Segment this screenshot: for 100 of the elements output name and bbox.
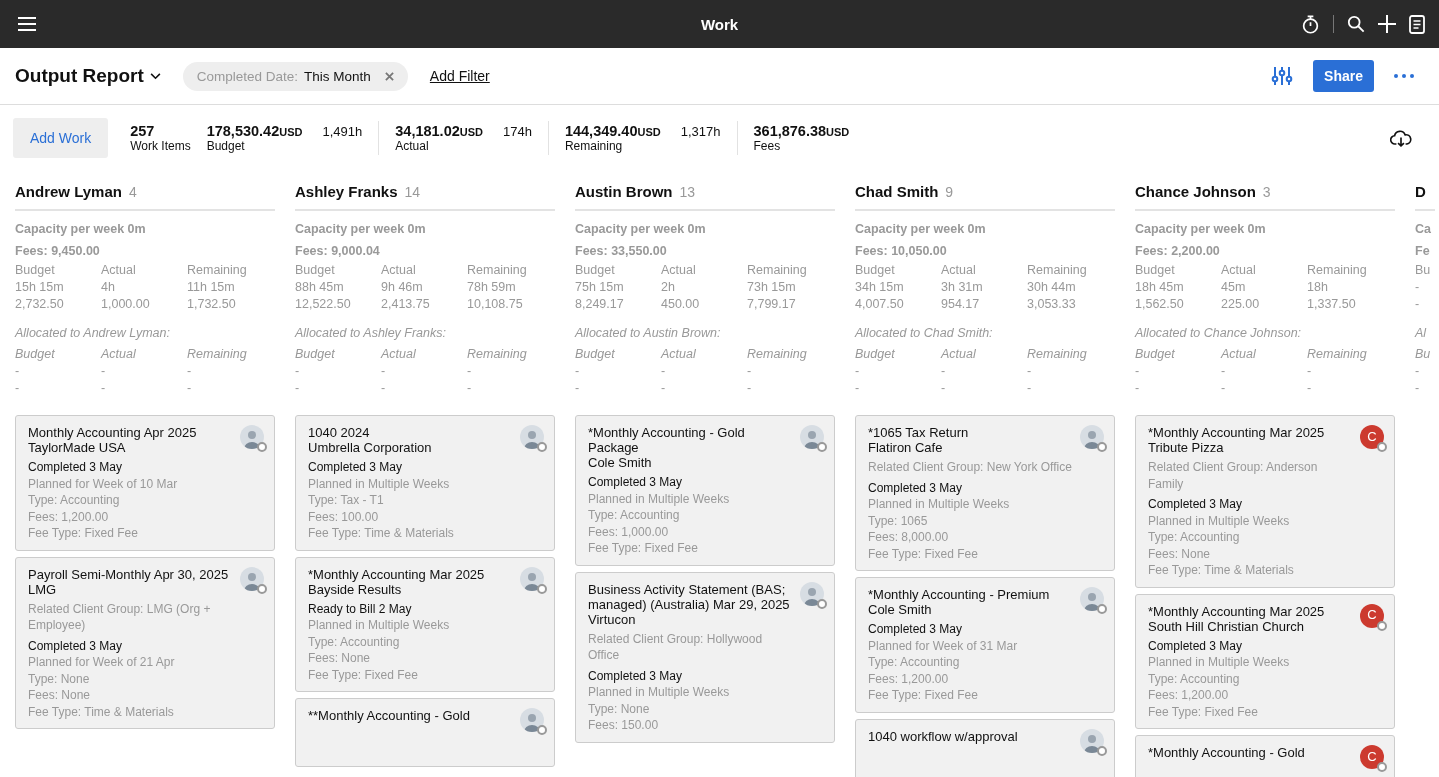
amount-value: 12,522.50: [295, 296, 352, 313]
work-card[interactable]: Monthly Accounting Apr 2025 TaylorMade USA Completed 3 May Planned for Week of 10 Mar Type: Accounting Fees: 1,200.00 Fee Type: Fixed Fee: [15, 415, 275, 551]
work-card[interactable]: *Monthly Accounting - Gold Package Cole Smith Completed 3 May Planned in Multiple Weeks Type: Accounting Fees: 1,000.00 Fee Type: Fixed Fee: [575, 415, 835, 566]
avatar-silhouette-icon: [520, 566, 544, 591]
work-title: **Monthly Accounting - Gold: [308, 708, 471, 723]
fees-total: Fees: 10,050.00: [855, 244, 948, 258]
column-header: Budget: [575, 346, 616, 363]
column-header: Budget: [855, 346, 896, 363]
column-header: Actual: [661, 262, 697, 279]
amount-value: 2,732.50: [15, 296, 65, 313]
avatar-silhouette-icon: [800, 425, 824, 449]
hours-value: -: [1307, 363, 1313, 380]
amount-value: 225.00: [1221, 296, 1261, 313]
amount-value: 2,413.75: [381, 296, 431, 313]
filter-chip[interactable]: Completed Date: This Month: [182, 61, 408, 91]
assignee-name: Andrew Lyman: [15, 183, 122, 200]
work-card[interactable]: **Monthly Accounting - Gold: [295, 698, 555, 767]
hours-value: -: [187, 363, 193, 380]
hours-value: -: [1027, 363, 1033, 380]
assignee-name: Chad Smith: [855, 183, 939, 200]
column-header: Actual: [1221, 262, 1257, 279]
stat-label: Actual: [395, 139, 430, 153]
work-detail: Fees: None: [1148, 545, 1212, 562]
hours-value: -: [661, 363, 667, 380]
allocated-label: Al: [1415, 326, 1428, 340]
avatar-silhouette-icon: [520, 708, 544, 732]
share-button[interactable]: Share: [1313, 60, 1374, 92]
work-detail: Fees: 1,200.00: [868, 670, 950, 687]
hours-value: -: [1415, 279, 1421, 296]
menu-icon[interactable]: [18, 17, 36, 31]
work-detail: Fee Type: Fixed Fee: [588, 540, 699, 557]
amount-value: -: [381, 380, 387, 397]
stopwatch-icon[interactable]: [1301, 14, 1320, 34]
work-card[interactable]: *Monthly Accounting Mar 2025 Tribute Pizza Related Client Group: Anderson Family Completed 3 May Planned in Multiple Weeks Type: Accounting Fees: None Fee Type: Time & Materials C: [1135, 415, 1395, 588]
item-count: 13: [679, 184, 696, 200]
amount-value: 954.17: [941, 296, 981, 313]
work-title: *1065 Tax Return: [868, 425, 970, 440]
sliders-icon[interactable]: [1271, 66, 1294, 86]
more-icon[interactable]: [1394, 74, 1414, 78]
document-icon[interactable]: [1409, 14, 1425, 34]
amount-value: 3,053.33: [1027, 296, 1077, 313]
capacity-text: Capacity per week 0m: [295, 222, 427, 236]
hours-value: -: [747, 363, 753, 380]
app-title: Work: [700, 15, 739, 33]
hours-value: -: [575, 363, 581, 380]
column-header: Remaining: [1307, 262, 1368, 279]
work-detail: Type: Accounting: [28, 492, 121, 509]
cloud-download-icon[interactable]: [1390, 129, 1412, 147]
amount-value: 7,799.17: [747, 296, 797, 313]
work-status: Completed 3 May: [868, 479, 964, 496]
work-detail: Fees: 1,000.00: [588, 523, 670, 540]
add-filter-link[interactable]: Add Filter: [429, 68, 490, 84]
hours-value: 9h 46m: [381, 279, 424, 296]
hours-value: 3h 31m: [941, 279, 984, 296]
client-name: TaylorMade USA: [28, 440, 127, 455]
stat-value: 257: [130, 123, 155, 139]
column-header: Actual: [1221, 346, 1257, 363]
work-card[interactable]: *1065 Tax Return Flatiron Cafe Related Client Group: New York Office Completed 3 May Planned in Multiple Weeks Type: 1065 Fees: 8,000.00 Fee Type: Fixed Fee: [855, 415, 1115, 571]
work-card[interactable]: *Monthly Accounting - Premium Cole Smith Completed 3 May Planned for Week of 31 Mar Type: Accounting Fees: 1,200.00 Fee Type: Fixed Fee: [855, 577, 1115, 713]
avatar-initial: C: [1360, 745, 1384, 769]
work-detail: Planned for Week of 21 Apr: [28, 654, 176, 671]
work-card[interactable]: *Monthly Accounting Mar 2025 Bayside Results Ready to Bill 2 May Planned in Multiple Weeks Type: Accounting Fees: None Fee Type: Fixed Fee: [295, 556, 555, 692]
hours-value: 30h 44m: [1027, 279, 1077, 296]
assignee-name: Chance Johnson: [1135, 183, 1256, 200]
work-status: Completed 3 May: [28, 637, 124, 654]
work-card[interactable]: *Monthly Accounting Mar 2025 South Hill Christian Church Completed 3 May Planned in Multiple Weeks Type: Accounting Fees: 1,200.00 Fee Type: Fixed Fee C: [1135, 593, 1395, 729]
work-card[interactable]: 1040 2024 Umbrella Corporation Completed 3 May Planned in Multiple Weeks Type: Tax - T1 Fees: 100.00 Fee Type: Time & Materials: [295, 415, 555, 551]
stat-label: Fees: [753, 139, 782, 153]
hours-value: -: [941, 363, 947, 380]
plus-icon[interactable]: [1378, 15, 1396, 33]
column-header: Remaining: [187, 346, 248, 363]
capacity-text: Capacity per week 0m: [575, 222, 707, 236]
work-card[interactable]: 1040 workflow w/approval: [855, 718, 1115, 777]
work-detail: Type: Accounting: [308, 633, 401, 650]
work-detail: Planned in Multiple Weeks: [588, 684, 731, 701]
amount-value: -: [1415, 296, 1421, 313]
work-detail: Fees: 1,200.00: [28, 508, 110, 525]
amount-value: -: [15, 380, 21, 397]
close-icon[interactable]: [384, 71, 394, 81]
stat-hours: 1,317h: [680, 124, 721, 139]
fees-total: Fees: 33,550.00: [575, 244, 668, 258]
status-ring-icon: [817, 598, 827, 609]
status-ring-icon: [257, 442, 267, 452]
work-detail: Fee Type: Fixed Fee: [308, 666, 419, 683]
column-header: Budget: [295, 346, 336, 363]
work-detail: Planned in Multiple Weeks: [868, 496, 1011, 513]
work-card[interactable]: *Monthly Accounting - Gold C: [1135, 735, 1395, 777]
stat-label: Budget: [206, 139, 246, 153]
hours-value: 75h 15m: [575, 279, 625, 296]
work-detail: Fee Type: Fixed Fee: [1148, 703, 1259, 720]
amount-value: 1,732.50: [187, 296, 237, 313]
column-header: Actual: [941, 262, 977, 279]
report-title-dropdown[interactable]: Output Report: [15, 65, 161, 87]
hours-value: 2h: [661, 279, 676, 296]
work-card[interactable]: Business Activity Statement (BAS; managed) (Australia) Mar 29, 2025 Virtucon Related Client Group: Hollywood Office Completed 3 May Planned in Multiple Weeks Type: None Fees: 150.00: [575, 571, 835, 743]
add-work-button[interactable]: Add Work: [13, 118, 109, 158]
work-detail: Fees: 1,200.00: [1148, 687, 1230, 704]
amount-value: 1,337.50: [1307, 296, 1357, 313]
work-card[interactable]: Payroll Semi-Monthly Apr 30, 2025 LMG Related Client Group: LMG (Org + Employee) Completed 3 May Planned for Week of 21 Apr Type: None Fees: None Fee Type: Time & Materials: [15, 556, 275, 729]
search-icon[interactable]: [1347, 15, 1365, 33]
